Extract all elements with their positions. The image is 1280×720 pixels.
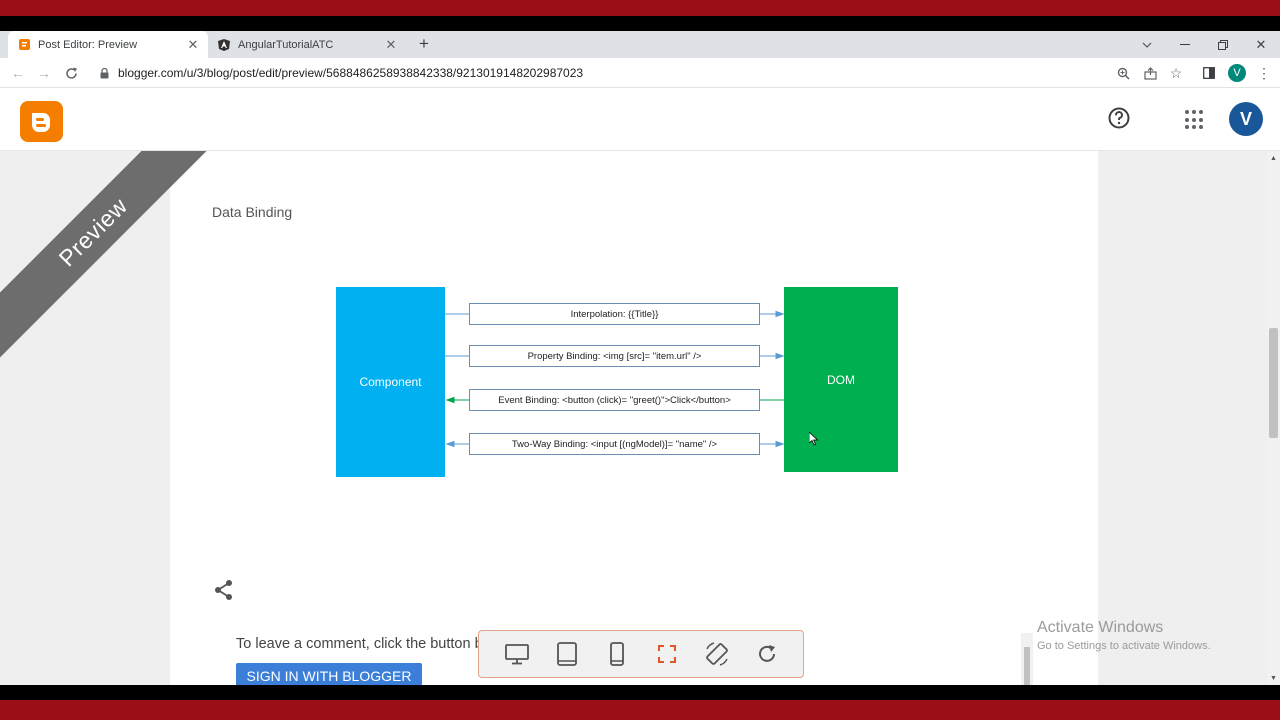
binding-label-property: Property Binding: <img [src]= "item.url"… [469,345,760,367]
tab-post-editor[interactable]: Post Editor: Preview ✕ [8,31,208,58]
windows-activation-watermark: Activate Windows Go to Settings to activ… [1037,619,1211,652]
video-border-bottom [0,700,1280,720]
video-border-top [0,0,1280,16]
binding-label-event: Event Binding: <button (click)= "greet()… [469,389,760,411]
tab-title: Post Editor: Preview [38,38,138,51]
angular-favicon-icon [218,38,230,51]
restore-icon[interactable] [1204,31,1242,58]
tab-title: AngularTutorialATC [238,38,334,51]
watermark-subtitle: Go to Settings to activate Windows. [1037,640,1211,652]
rotate-icon[interactable] [703,640,731,668]
address-bar[interactable]: blogger.com/u/3/blog/post/edit/preview/5… [90,61,1140,85]
binding-label-interpolation: Interpolation: {{Title}} [469,303,760,325]
account-avatar[interactable]: V [1229,102,1263,136]
browser-menu-icon[interactable]: ⋮ [1251,58,1277,88]
tab-search-icon[interactable] [1128,31,1166,58]
comment-prompt: To leave a comment, click the button bel… [236,636,496,652]
scroll-up-arrow-icon[interactable]: ▲ [1270,155,1277,162]
forward-icon[interactable]: → [31,58,57,88]
page-scrollbar-thumb[interactable] [1269,328,1278,438]
tab-strip: Post Editor: Preview ✕ AngularTutorialAT… [0,31,1280,58]
browser-toolbar: ← → blogger.com/u/3/blog/post/edit/previ… [0,58,1280,88]
scroll-down-arrow-icon[interactable]: ▼ [1270,675,1277,682]
bookmark-star-icon[interactable]: ☆ [1163,58,1189,88]
apps-grid-icon[interactable] [1185,110,1205,130]
page-scrollbar[interactable]: ▲ ▼ [1267,151,1280,685]
watermark-title: Activate Windows [1037,619,1164,636]
blogger-logo[interactable] [20,101,63,142]
screen: Post Editor: Preview ✕ AngularTutorialAT… [0,0,1280,720]
close-tab-icon[interactable]: ✕ [382,37,400,53]
fullscreen-icon[interactable] [653,640,681,668]
blogger-header: V [0,88,1280,151]
inner-scrollbar[interactable] [1021,633,1033,685]
help-icon[interactable] [1107,106,1131,130]
lock-icon [90,67,118,79]
minimize-icon[interactable] [1166,31,1204,58]
reload-icon[interactable] [58,58,84,88]
sign-in-button[interactable]: SIGN IN WITH BLOGGER [236,663,422,685]
refresh-icon[interactable] [753,640,781,668]
back-icon[interactable]: ← [5,58,31,88]
mobile-icon[interactable] [603,640,631,668]
share-icon[interactable] [213,579,235,601]
share-page-icon[interactable] [1137,58,1163,88]
data-binding-diagram: Component DOM Interpolation: {{Title}} P… [336,287,900,479]
tablet-icon[interactable] [553,640,581,668]
close-window-icon[interactable]: ✕ [1242,31,1280,58]
url-text: blogger.com/u/3/blog/post/edit/preview/5… [118,66,584,80]
blogger-favicon-icon [18,39,30,51]
preview-device-toolbar [478,630,804,678]
zoom-icon[interactable] [1110,58,1136,88]
post-title: Data Binding [212,204,293,220]
close-tab-icon[interactable]: ✕ [184,37,202,53]
tab-angular-tutorial[interactable]: AngularTutorialATC ✕ [208,31,406,58]
new-tab-button[interactable]: + [414,34,434,54]
profile-avatar[interactable]: V [1228,64,1246,82]
preview-area: Data Binding Preview Component DOM Inter… [0,151,1280,685]
binding-label-two-way: Two-Way Binding: <input [(ngModel)]= "na… [469,433,760,455]
desktop-icon[interactable] [503,640,531,668]
inner-scrollbar-thumb[interactable] [1024,647,1030,685]
side-panel-icon[interactable] [1196,58,1222,88]
mouse-cursor-icon [809,432,819,446]
